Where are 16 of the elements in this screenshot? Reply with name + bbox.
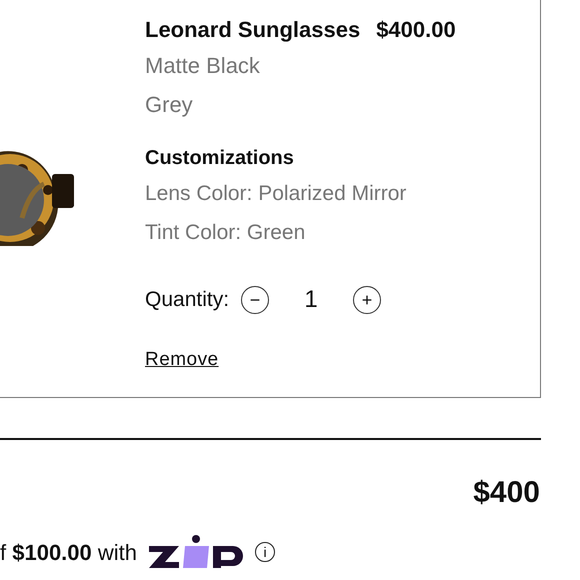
product-detail: Grey bbox=[145, 91, 194, 119]
product-name: Leonard Sunglasses bbox=[145, 16, 360, 44]
installment-text: f $100.00 with bbox=[0, 538, 138, 566]
remove-link[interactable]: Remove bbox=[145, 346, 219, 374]
increase-button[interactable]: + bbox=[353, 286, 382, 314]
product-price: $400.00 bbox=[376, 16, 456, 44]
customization-detail: Tint Color: Green bbox=[145, 220, 306, 246]
customizations-heading: Customizations bbox=[145, 146, 295, 171]
info-button[interactable]: i bbox=[255, 542, 276, 562]
quantity-value: 1 bbox=[303, 285, 319, 315]
quantity-label: Quantity: bbox=[145, 287, 230, 314]
decrease-button[interactable]: − bbox=[241, 286, 270, 314]
customization-detail: Lens Color: Polarized Mirror bbox=[145, 181, 408, 207]
order-total: $400 bbox=[473, 475, 540, 511]
logo-icon bbox=[149, 534, 244, 570]
product-detail: Matte Black bbox=[145, 52, 261, 80]
